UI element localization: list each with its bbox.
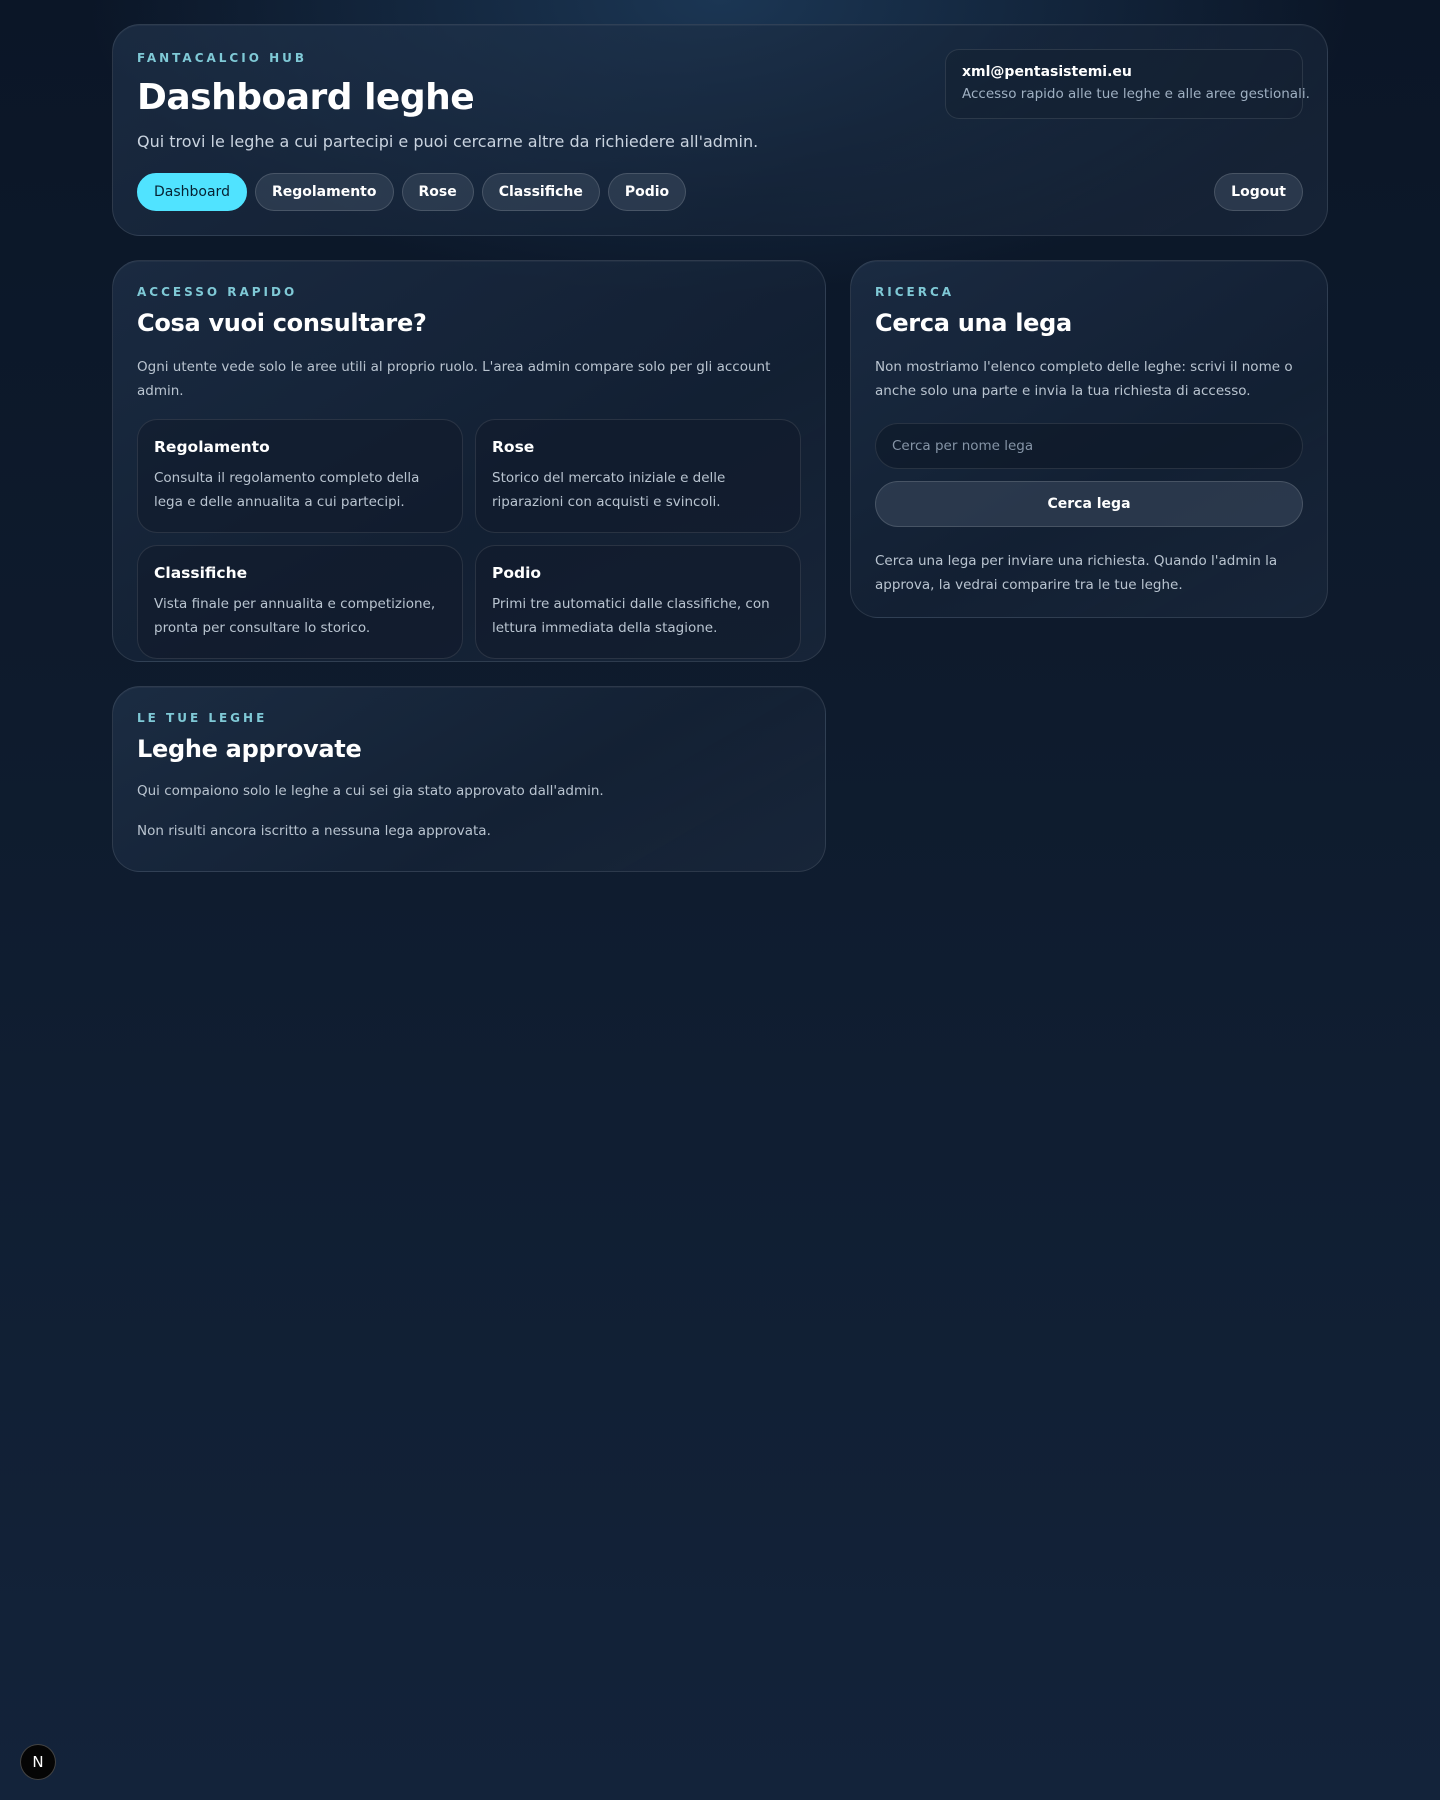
search-note: Cerca una lega per inviare una richiesta… <box>875 553 1278 593</box>
tile-description: Vista finale per annualita e competizion… <box>154 596 436 636</box>
tile-classifiche[interactable]: Classifiche Vista finale per annualita e… <box>137 545 463 659</box>
badge-letter: N <box>32 1753 43 1771</box>
my-leagues-description: Qui compaiono solo le leghe a cui sei gi… <box>137 783 604 799</box>
tile-podio[interactable]: Podio Primi tre automatici dalle classif… <box>475 545 801 659</box>
tile-description: Consulta il regolamento completo della l… <box>154 470 420 510</box>
quick-access-eyebrow: ACCESSO RAPIDO <box>137 285 298 299</box>
search-panel: RICERCA Cerca una lega Non mostriamo l'e… <box>850 260 1328 618</box>
tile-description: Primi tre automatici dalle classifiche, … <box>492 596 770 636</box>
header-panel: FANTACALCIO HUB Dashboard leghe Qui trov… <box>112 24 1328 236</box>
nav-podio-button[interactable]: Podio <box>607 173 687 211</box>
app-eyebrow: FANTACALCIO HUB <box>137 51 308 65</box>
my-leagues-eyebrow: LE TUE LEGHE <box>137 711 268 725</box>
nav-dashboard-button[interactable]: Dashboard <box>137 173 247 211</box>
quick-access-tiles: Regolamento Consulta il regolamento comp… <box>137 419 801 659</box>
tile-title: Regolamento <box>154 438 270 456</box>
user-email: xml@pentasistemi.eu <box>962 64 1132 80</box>
user-info-card: xml@pentasistemi.eu Accesso rapido alle … <box>945 49 1310 119</box>
search-league-button[interactable]: Cerca lega <box>875 481 1303 527</box>
user-description: Accesso rapido alle tue leghe e alle are… <box>962 86 1310 102</box>
tile-rose[interactable]: Rose Storico del mercato iniziale e dell… <box>475 419 801 533</box>
quick-access-panel: ACCESSO RAPIDO Cosa vuoi consultare? Ogn… <box>112 260 826 662</box>
tile-regolamento[interactable]: Regolamento Consulta il regolamento comp… <box>137 419 463 533</box>
page-subtitle: Qui trovi le leghe a cui partecipi e puo… <box>137 132 759 151</box>
league-search-input[interactable] <box>875 423 1303 469</box>
quick-access-title: Cosa vuoi consultare? <box>137 309 427 337</box>
tile-title: Classifiche <box>154 564 248 582</box>
tile-title: Rose <box>492 438 535 456</box>
page-container: FANTACALCIO HUB Dashboard leghe Qui trov… <box>112 24 1328 872</box>
empty-leagues-message: Non risulti ancora iscritto a nessuna le… <box>137 823 491 839</box>
quick-access-description: Ogni utente vede solo le aree utili al p… <box>137 359 771 399</box>
search-eyebrow: RICERCA <box>875 285 955 299</box>
left-column: ACCESSO RAPIDO Cosa vuoi consultare? Ogn… <box>112 260 826 872</box>
right-column: RICERCA Cerca una lega Non mostriamo l'e… <box>850 260 1328 618</box>
nav-classifiche-button[interactable]: Classifiche <box>481 173 600 211</box>
nav-rose-button[interactable]: Rose <box>401 173 474 211</box>
nextjs-icon: N <box>32 1753 43 1771</box>
main-nav: Dashboard Regolamento Rose Classifiche P… <box>137 173 687 211</box>
nav-regolamento-button[interactable]: Regolamento <box>254 173 394 211</box>
search-title: Cerca una lega <box>875 309 1072 337</box>
my-leagues-title: Leghe approvate <box>137 735 362 763</box>
nextjs-badge[interactable]: N <box>20 1744 56 1780</box>
tile-description: Storico del mercato iniziale e delle rip… <box>492 470 726 510</box>
logout-button[interactable]: Logout <box>1214 173 1303 211</box>
my-leagues-panel: LE TUE LEGHE Leghe approvate Qui compaio… <box>112 686 826 872</box>
tile-title: Podio <box>492 564 542 582</box>
page-title: Dashboard leghe <box>137 77 475 118</box>
search-description: Non mostriamo l'elenco completo delle le… <box>875 359 1293 399</box>
